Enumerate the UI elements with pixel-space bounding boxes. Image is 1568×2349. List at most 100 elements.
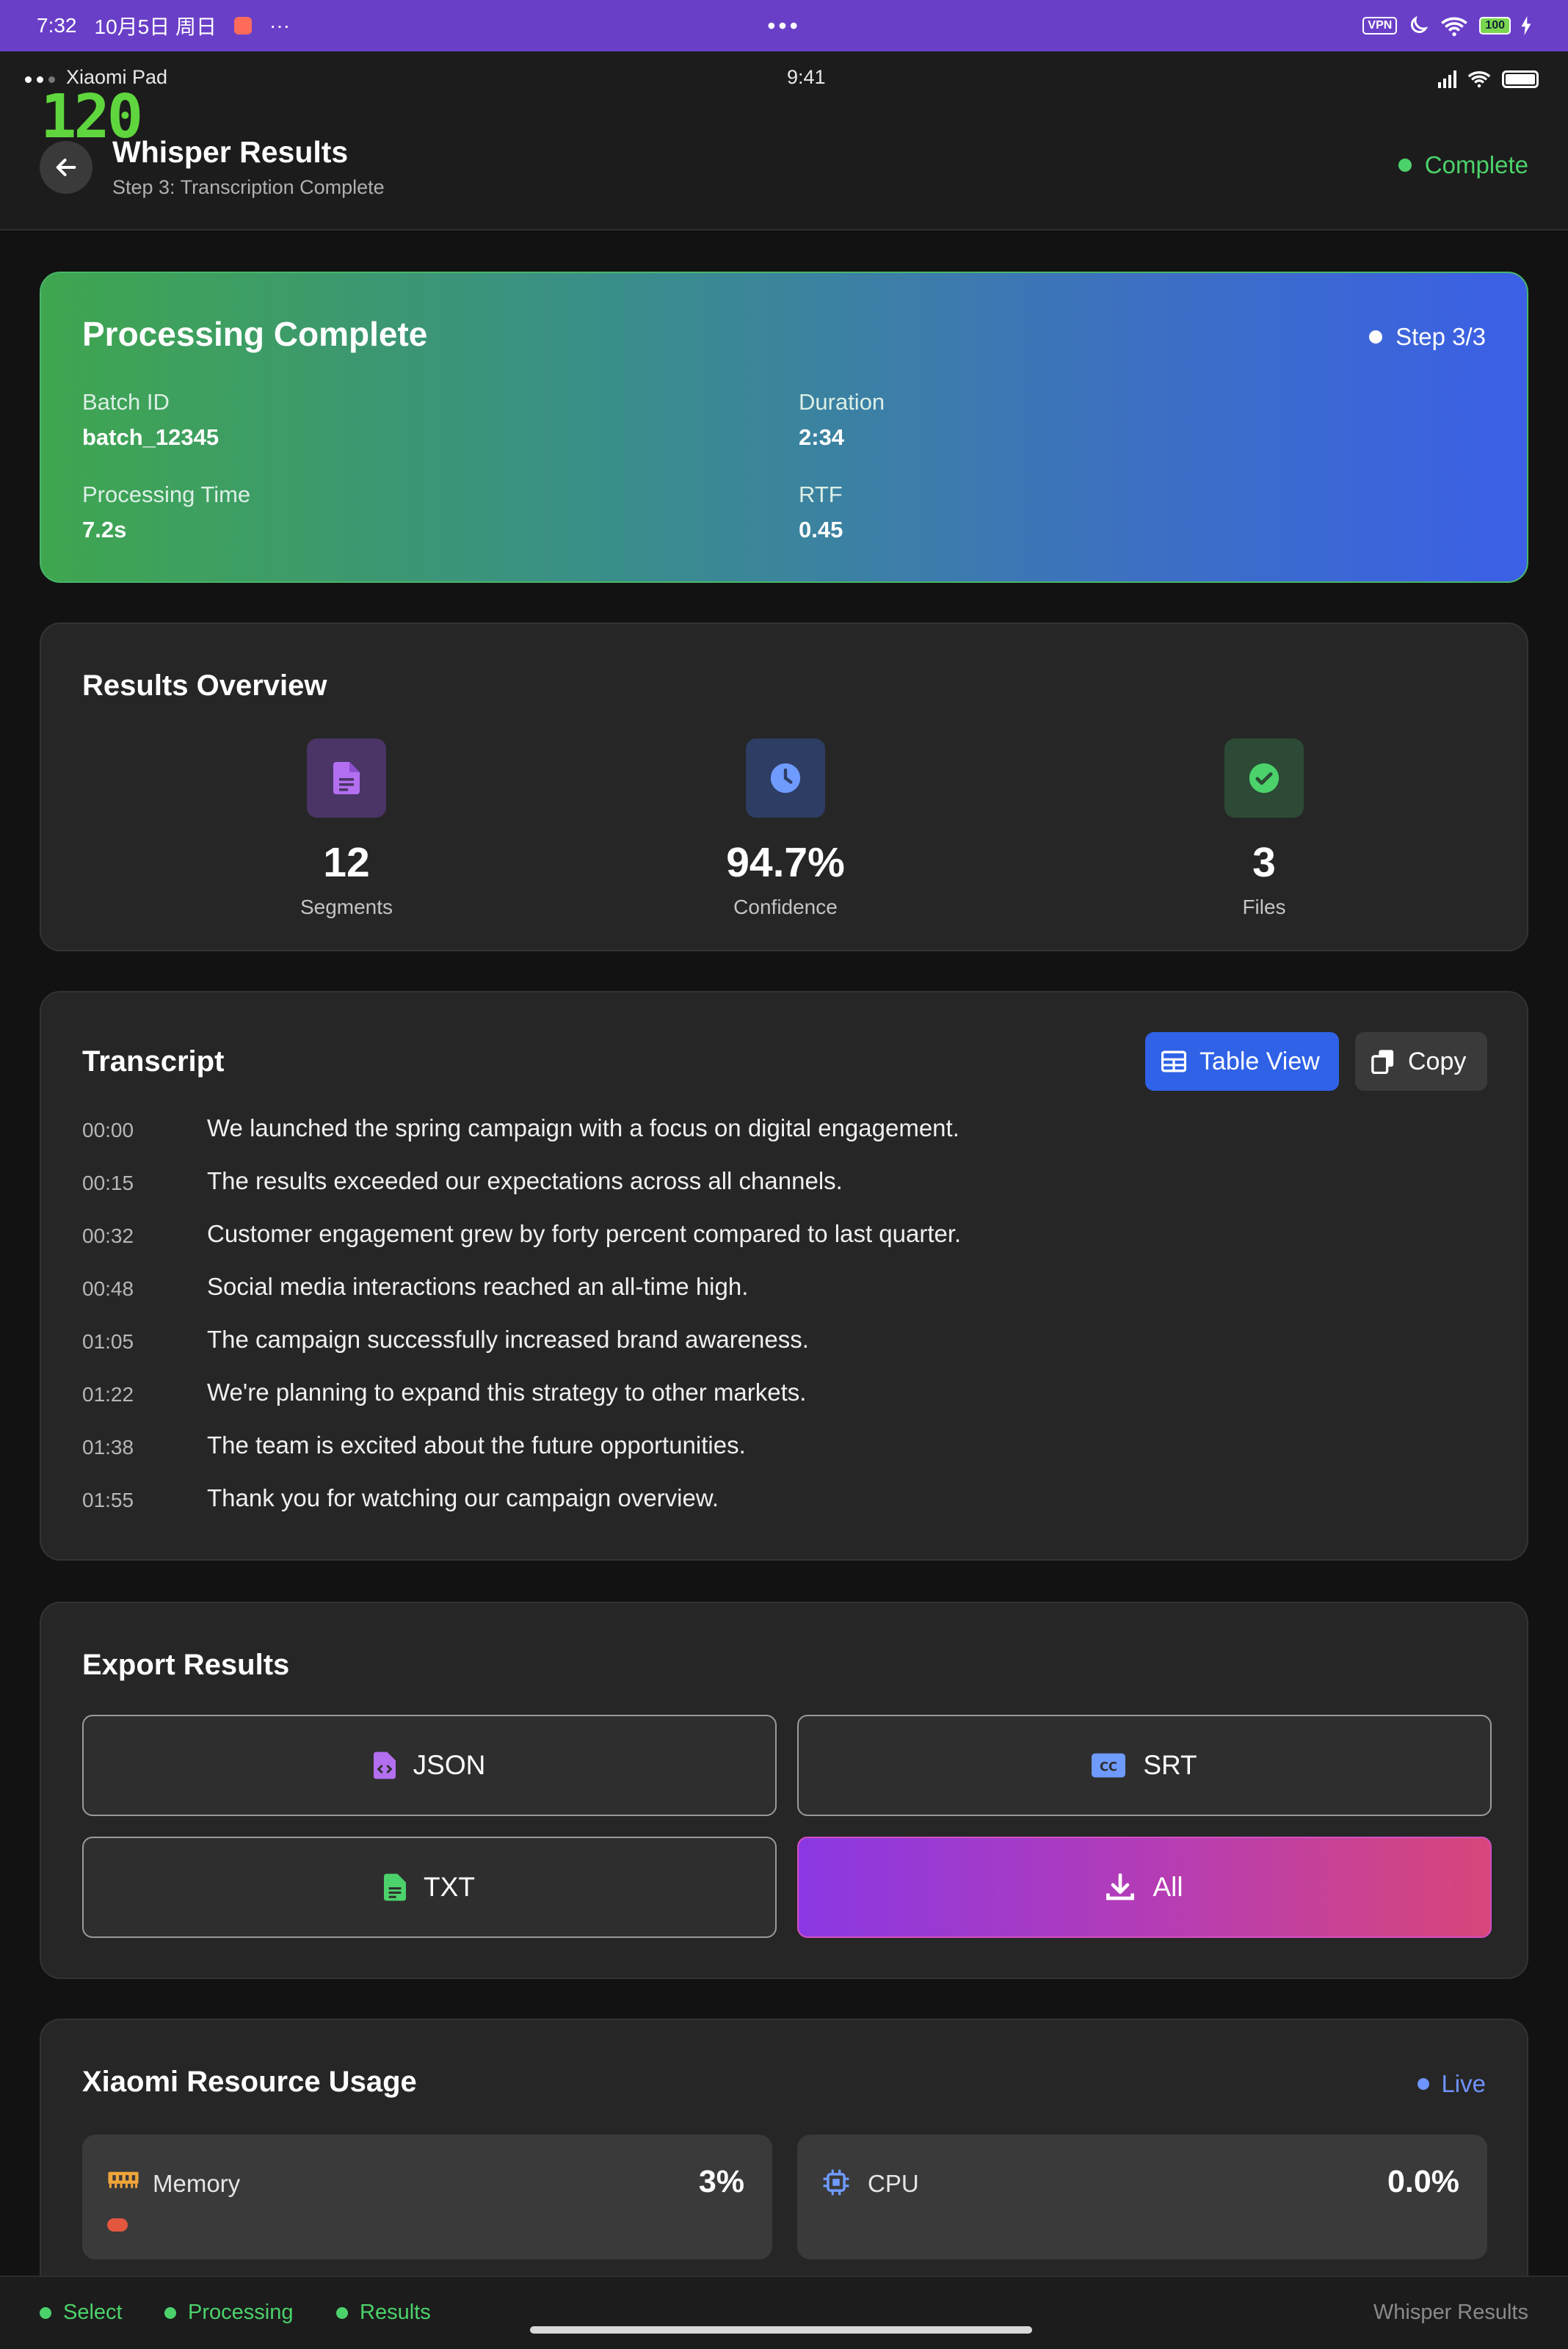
overview-title: Results Overview (82, 669, 327, 702)
rtf-field: RTF 0.45 (799, 482, 843, 543)
clock-icon (746, 738, 825, 818)
export-json-button[interactable]: JSON (82, 1715, 777, 1816)
transcript-row[interactable]: 00:15 The results exceeded our expectatio… (82, 1167, 1486, 1220)
cpu-icon (823, 2169, 849, 2196)
segment-text: We're planning to expand this strategy t… (207, 1379, 807, 1406)
timestamp: 00:15 (82, 1172, 134, 1194)
device-clock: 9:41 (787, 66, 826, 88)
cpu-value: 0.0% (1387, 2164, 1459, 2199)
duration-label: Duration (799, 389, 885, 415)
rtf-value: 0.45 (799, 517, 843, 542)
copy-label: Copy (1408, 1047, 1467, 1075)
live-label: Live (1441, 2070, 1486, 2097)
transcript-row[interactable]: 01:22 We're planning to expand this strat… (82, 1379, 1486, 1431)
resource-title: Xiaomi Resource Usage (82, 2066, 417, 2098)
files-label: Files (1242, 896, 1286, 918)
export-all-button[interactable]: All (797, 1837, 1492, 1938)
more-notifications-icon: ··· (269, 14, 290, 37)
timestamp: 01:22 (82, 1383, 134, 1406)
processing-time-value: 7.2s (82, 517, 127, 542)
bottom-step-nav: Select Processing Results Whisper Result… (0, 2276, 1568, 2349)
transcript-row[interactable]: 01:38 The team is excited about the futur… (82, 1431, 1486, 1484)
system-date: 10月5日 周日 (94, 15, 217, 38)
app-header: Xiaomi Pad 9:41 120 Whisper Results Step… (0, 51, 1568, 230)
closed-captions-icon: CC (1092, 1753, 1126, 1778)
battery-icon (1502, 70, 1539, 88)
transcript-row[interactable]: 00:48 Social media interactions reached a… (82, 1273, 1486, 1326)
copy-button[interactable]: Copy (1355, 1032, 1487, 1091)
transcript-card: Transcript Table View Copy 00:00 We launc… (40, 991, 1528, 1561)
nav-step-results[interactable]: Results (336, 2301, 431, 2325)
window-handle-dots: ••• (767, 12, 801, 39)
segment-text: The results exceeded our expectations ac… (207, 1167, 843, 1194)
live-indicator: Live (1418, 2070, 1486, 2098)
batch-id-field: Batch ID batch_12345 (82, 389, 219, 451)
timestamp: 01:55 (82, 1489, 134, 1511)
step-indicator: Step 3/3 (1369, 323, 1486, 351)
cellular-signal-icon (1438, 69, 1456, 88)
batch-id-label: Batch ID (82, 389, 170, 415)
nav-step-select[interactable]: Select (40, 2301, 123, 2325)
transcript-row[interactable]: 01:55 Thank you for watching our campaign… (82, 1484, 1486, 1537)
battery-icon: 100 (1479, 17, 1511, 35)
segment-text: The team is excited about the future opp… (207, 1431, 746, 1459)
code-file-icon (373, 1751, 396, 1779)
timestamp: 00:00 (82, 1119, 134, 1141)
memory-progress-bar (107, 2218, 128, 2232)
step-label: Step 3/3 (1395, 323, 1486, 350)
status-dot-icon (1398, 159, 1412, 172)
moon-icon (1411, 15, 1429, 34)
device-status-row: Xiaomi Pad 9:41 (25, 66, 1539, 95)
step-dot-icon (164, 2306, 176, 2319)
segments-label: Segments (300, 896, 393, 918)
txt-label: TXT (424, 1872, 475, 1902)
transcript-row[interactable]: 00:32 Customer engagement grew by forty p… (82, 1220, 1486, 1273)
wifi-icon (1441, 17, 1468, 37)
page-subtitle: Step 3: Transcription Complete (112, 176, 385, 198)
download-icon (1106, 1873, 1135, 1900)
step-dot-icon (40, 2306, 51, 2319)
timestamp: 01:05 (82, 1330, 134, 1353)
transcript-title: Transcript (82, 1045, 225, 1078)
rtf-label: RTF (799, 482, 843, 507)
export-txt-button[interactable]: TXT (82, 1837, 777, 1938)
table-view-label: Table View (1199, 1047, 1320, 1075)
screen-record-icon (234, 17, 252, 35)
nav-page-name: Whisper Results (1373, 2301, 1528, 2324)
processing-time-label: Processing Time (82, 482, 251, 507)
segment-text: The campaign successfully increased bran… (207, 1326, 809, 1353)
segments-value: 12 (323, 839, 370, 886)
export-srt-button[interactable]: CC SRT (797, 1715, 1492, 1816)
table-view-button[interactable]: Table View (1145, 1032, 1339, 1091)
page-title: Whisper Results (112, 135, 349, 169)
segments-stat: 12 Segments (200, 738, 493, 919)
nav-step-processing[interactable]: Processing (164, 2301, 293, 2325)
memory-chip-icon (108, 2171, 139, 2188)
text-file-icon (384, 1873, 407, 1901)
cpu-label: CPU (868, 2170, 919, 2197)
duration-value: 2:34 (799, 424, 845, 450)
memory-value: 3% (698, 2164, 744, 2199)
cpu-usage-box: CPU 0.0% (797, 2135, 1487, 2259)
status-label: Complete (1424, 151, 1528, 178)
nav-results-label: Results (360, 2301, 431, 2324)
segment-text: Customer engagement grew by forty percen… (207, 1220, 962, 1247)
timestamp: 00:48 (82, 1277, 134, 1300)
processing-time-field: Processing Time 7.2s (82, 482, 250, 543)
transcript-row[interactable]: 01:05 The campaign successfully increased… (82, 1326, 1486, 1379)
files-value: 3 (1252, 839, 1276, 886)
table-icon (1161, 1050, 1186, 1072)
transcript-row[interactable]: 00:00 We launched the spring campaign wit… (82, 1114, 1486, 1167)
confidence-stat: 94.7% Confidence (639, 738, 932, 919)
system-status-bar: 7:32 10月5日 周日 ··· ••• VPN 100 (0, 0, 1568, 51)
srt-label: SRT (1143, 1750, 1197, 1780)
step-dot-icon (1369, 330, 1383, 344)
nav-select-label: Select (63, 2301, 123, 2324)
files-stat: 3 Files (1117, 738, 1411, 919)
confidence-label: Confidence (733, 896, 838, 918)
system-time: 7:32 (37, 14, 77, 37)
home-indicator[interactable] (530, 2326, 1032, 2334)
window-dots-icon (25, 72, 55, 83)
wifi-icon (1467, 71, 1491, 88)
back-button[interactable] (40, 141, 92, 194)
